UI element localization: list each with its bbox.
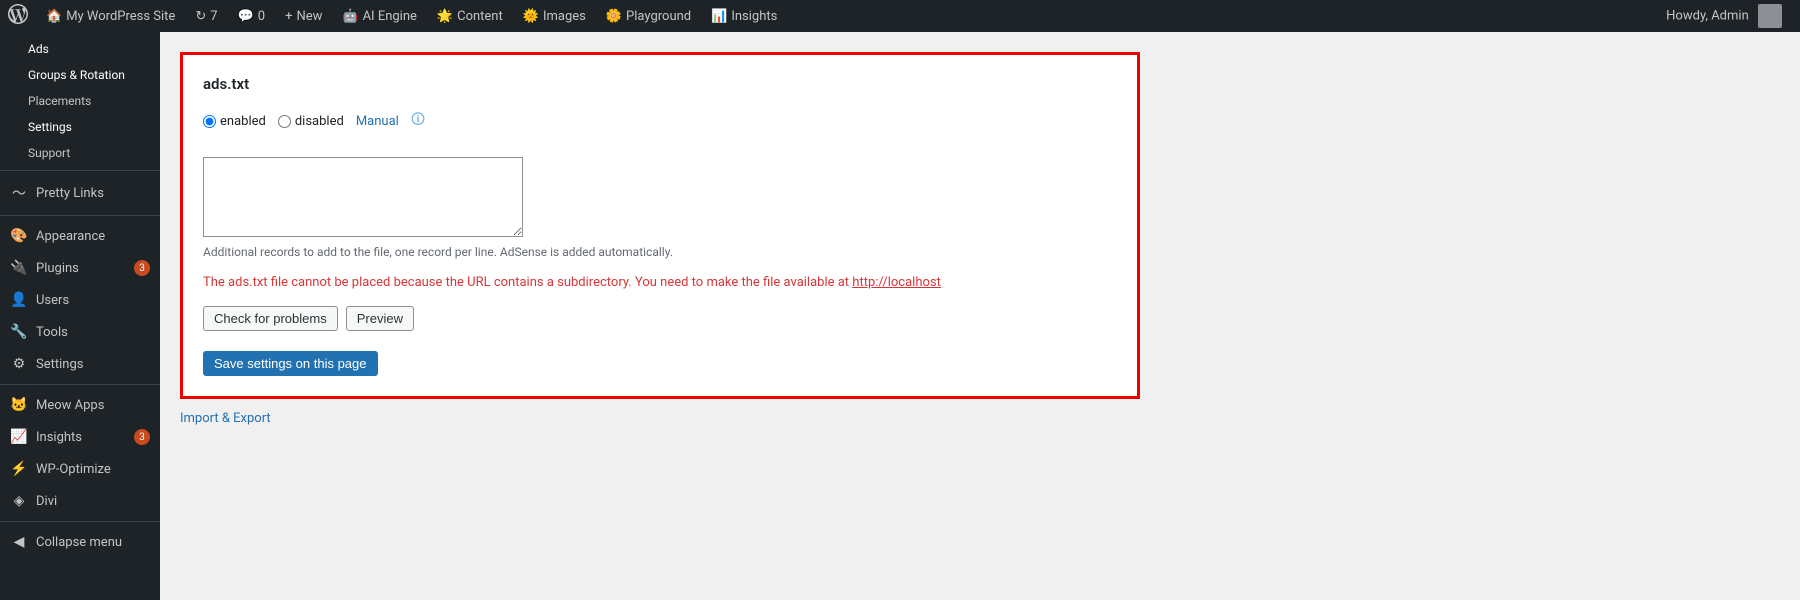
sidebar-item-pretty-links[interactable]: 〜 Pretty Links	[0, 175, 160, 211]
info-icon[interactable]: 🛈	[411, 109, 425, 133]
plus-icon: +	[285, 9, 292, 24]
import-export-link[interactable]: Import & Export	[180, 411, 271, 426]
adminbar-comments[interactable]: 💬 0	[228, 0, 276, 32]
sidebar-item-wp-optimize[interactable]: ⚡ WP-Optimize	[0, 453, 160, 485]
radio-disabled-option[interactable]: disabled	[278, 114, 344, 129]
ads-txt-textarea[interactable]	[203, 157, 523, 237]
sidebar-item-support[interactable]: Support	[0, 140, 160, 166]
sidebar-item-appearance[interactable]: 🎨 Appearance	[0, 220, 160, 252]
main-content: ads.txt enabled disabled Manual 🛈 Additi…	[160, 32, 1800, 600]
adminbar-insights[interactable]: 📊 Insights	[701, 0, 787, 32]
insights-badge: 3	[134, 429, 150, 445]
save-row: Save settings on this page	[203, 351, 1117, 376]
sidebar-item-groups-rotation[interactable]: Groups & Rotation	[0, 62, 160, 88]
sidebar-item-meow-apps[interactable]: 🐱 Meow Apps	[0, 389, 160, 421]
radio-enabled-option[interactable]: enabled	[203, 114, 266, 129]
appearance-icon: 🎨	[10, 228, 28, 244]
error-link[interactable]: http://localhost	[852, 275, 941, 290]
ai-icon: 🤖	[342, 9, 358, 24]
sidebar-item-ads[interactable]: Ads	[0, 36, 160, 62]
section-title: ads.txt	[203, 75, 1117, 93]
error-message: The ads.txt file cannot be placed becaus…	[203, 275, 1117, 290]
radio-disabled[interactable]	[278, 115, 291, 128]
sidebar-item-users[interactable]: 👤 Users	[0, 284, 160, 316]
sidebar-item-placements[interactable]: Placements	[0, 88, 160, 114]
users-icon: 👤	[10, 292, 28, 308]
images-icon: 🌞	[523, 9, 539, 24]
collapse-icon: ◀	[10, 534, 28, 550]
sidebar-item-settings[interactable]: Settings	[0, 114, 160, 140]
sidebar-item-settings-menu[interactable]: ⚙ Settings	[0, 348, 160, 380]
settings-section: ads.txt enabled disabled Manual 🛈 Additi…	[180, 52, 1140, 399]
action-buttons: Check for problems Preview	[203, 306, 1117, 331]
wp-optimize-icon: ⚡	[10, 461, 28, 477]
avatar	[1758, 4, 1782, 28]
adminbar-playground[interactable]: 🌼 Playground	[596, 0, 701, 32]
adminbar-images[interactable]: 🌞 Images	[513, 0, 596, 32]
admin-bar: 🏠 My WordPress Site ↻ 7 💬 0 + New 🤖 AI E…	[0, 0, 1800, 32]
radio-enabled[interactable]	[203, 115, 216, 128]
content-icon: 🌟	[437, 9, 453, 24]
sidebar-item-tools[interactable]: 🔧 Tools	[0, 316, 160, 348]
adminbar-content[interactable]: 🌟 Content	[427, 0, 513, 32]
adminbar-ai-engine[interactable]: 🤖 AI Engine	[332, 0, 427, 32]
admin-menu: Ads Groups & Rotation Placements Setting…	[0, 32, 160, 600]
home-icon: 🏠	[46, 9, 62, 24]
playground-icon: 🌼	[606, 9, 622, 24]
tools-icon: 🔧	[10, 324, 28, 340]
updates-icon: ↻	[195, 9, 206, 24]
adminbar-site[interactable]: 🏠 My WordPress Site	[36, 0, 185, 32]
adminbar-updates[interactable]: ↻ 7	[185, 0, 227, 32]
meow-icon: 🐱	[10, 397, 28, 413]
plugins-badge: 3	[134, 260, 150, 276]
preview-button[interactable]: Preview	[346, 306, 414, 331]
plugins-icon: 🔌	[10, 260, 28, 276]
sidebar-item-insights[interactable]: 📈 Insights 3	[0, 421, 160, 453]
adminbar-items: 🏠 My WordPress Site ↻ 7 💬 0 + New 🤖 AI E…	[36, 0, 1656, 32]
adminbar-new[interactable]: + New	[275, 0, 332, 32]
sidebar-collapse-menu[interactable]: ◀ Collapse menu	[0, 526, 160, 558]
divi-icon: ◈	[10, 493, 28, 509]
manual-link[interactable]: Manual	[356, 114, 399, 129]
settings-icon: ⚙	[10, 356, 28, 372]
comments-icon: 💬	[238, 9, 254, 24]
textarea-hint: Additional records to add to the file, o…	[203, 245, 1117, 259]
insights-icon: 📈	[10, 429, 28, 445]
save-button[interactable]: Save settings on this page	[203, 351, 378, 376]
radio-row: enabled disabled Manual 🛈	[203, 109, 1117, 133]
adminbar-howdy[interactable]: Howdy, Admin	[1656, 4, 1792, 28]
pretty-links-icon: 〜	[10, 183, 28, 203]
sidebar-item-plugins[interactable]: 🔌 Plugins 3	[0, 252, 160, 284]
check-problems-button[interactable]: Check for problems	[203, 306, 338, 331]
wp-logo[interactable]	[8, 4, 28, 28]
sidebar-item-divi[interactable]: ◈ Divi	[0, 485, 160, 517]
insights-bar-icon: 📊	[711, 9, 727, 24]
